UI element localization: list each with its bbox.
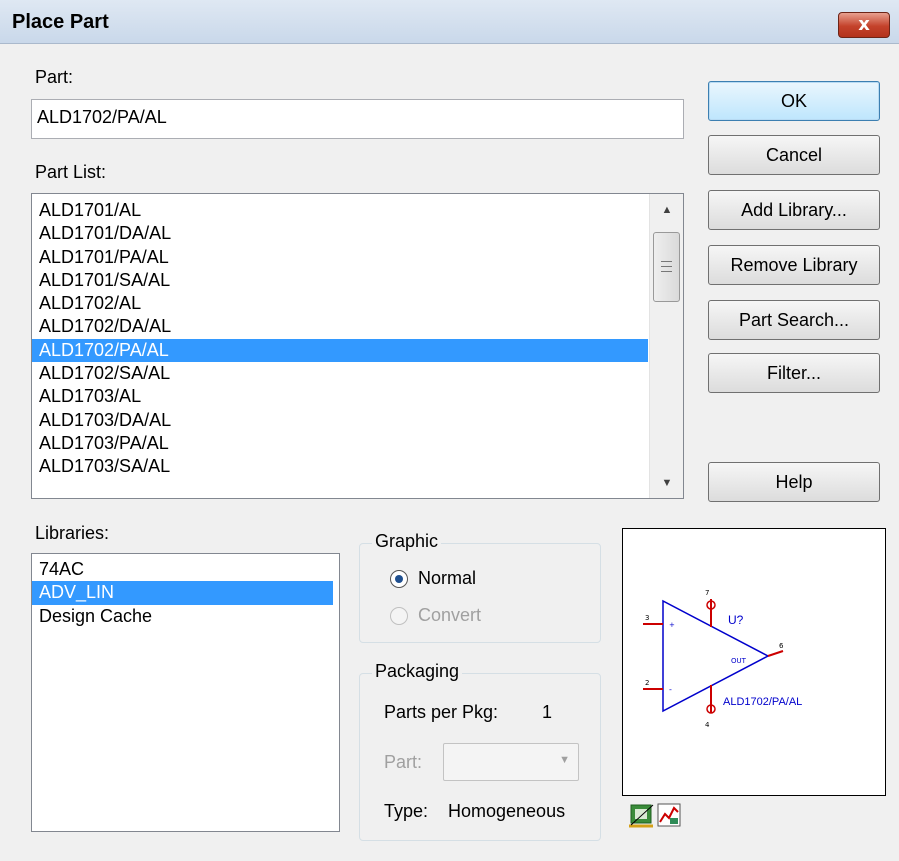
add-library-button[interactable]: Add Library... (708, 190, 880, 230)
part-list-item[interactable]: ALD1703/DA/AL (32, 409, 648, 432)
part-label: Part: (35, 67, 74, 87)
part-list-items: ALD1701/AL ALD1701/DA/AL ALD1701/PA/AL ALD1… (32, 199, 648, 479)
svg-text:+: + (669, 621, 675, 629)
graphic-group-title: Graphic (372, 531, 442, 552)
title-bar[interactable]: Place Part x (0, 0, 899, 44)
zoom-to-fit-icon[interactable] (629, 802, 655, 828)
close-button[interactable]: x (838, 12, 890, 38)
library-list-item[interactable]: Design Cache (32, 605, 333, 628)
dialog-title: Place Part (12, 11, 109, 33)
part-list-item[interactable]: ALD1702/SA/AL (32, 362, 648, 385)
svg-text:-: - (669, 685, 672, 694)
parts-per-pkg-value: 1 (542, 702, 553, 722)
remove-library-button[interactable]: Remove Library (708, 245, 880, 285)
print-preview-icon[interactable] (656, 802, 682, 828)
filter-button[interactable]: Filter... (708, 353, 880, 393)
part-list-label: Part List: (35, 162, 107, 182)
opamp-body (662, 599, 770, 713)
part-input-value: ALD1702/PA/AL (37, 107, 167, 127)
graphic-group (359, 543, 601, 643)
part-list-item[interactable]: ALD1701/DA/AL (32, 222, 648, 245)
pin-out (767, 650, 784, 657)
close-icon: x (858, 14, 870, 35)
scroll-thumb[interactable] (653, 232, 680, 302)
place-part-dialog: Place Part x Part: ALD1702/PA/AL Part Li… (0, 0, 899, 861)
part-list-item[interactable]: ALD1701/SA/AL (32, 269, 648, 292)
convert-radio[interactable] (390, 607, 408, 625)
convert-radio-label[interactable]: Convert (418, 605, 481, 626)
scroll-up-arrow-icon[interactable]: ▲ (650, 204, 683, 216)
part-preview: 3 2 6 7 4 + - OUT U? ALD1702/PA/AL (622, 528, 886, 796)
ok-button[interactable]: OK (708, 81, 880, 121)
part-list-item[interactable]: ALD1702/DA/AL (32, 315, 648, 338)
part-input[interactable]: ALD1702/PA/AL (31, 99, 684, 139)
normal-radio[interactable] (390, 570, 408, 588)
pin-number-vminus: 4 (705, 721, 710, 729)
libraries-list-items: 74AC ADV_LIN Design Cache (32, 558, 333, 628)
part-list-item[interactable]: ALD1702/AL (32, 292, 648, 315)
part-list-item[interactable]: ALD1701/PA/AL (32, 246, 648, 269)
part-list-scrollbar[interactable]: ▲ ▼ (649, 194, 683, 498)
part-list-item[interactable]: ALD1702/PA/AL (32, 338, 648, 363)
part-list-item[interactable]: ALD1701/AL (32, 199, 648, 222)
refdes-label: U? (728, 613, 744, 627)
type-label: Type: (384, 801, 429, 821)
cancel-button[interactable]: Cancel (708, 135, 880, 175)
libraries-label: Libraries: (35, 523, 110, 543)
opamp-symbol: 3 2 6 7 4 + - OUT U? ALD1702/PA/AL (643, 589, 802, 729)
library-list-item[interactable]: 74AC (32, 558, 333, 581)
libraries-list[interactable]: 74AC ADV_LIN Design Cache (31, 553, 340, 832)
pkg-part-combo[interactable]: ▼ (443, 743, 579, 781)
chevron-down-icon[interactable]: ▼ (559, 754, 570, 766)
packaging-group-title: Packaging (372, 661, 463, 682)
pin-number-vplus: 7 (705, 589, 709, 597)
pkg-part-label: Part: (384, 752, 423, 772)
part-list-item[interactable]: ALD1703/SA/AL (32, 455, 648, 478)
pin-number-in-minus: 2 (645, 679, 649, 687)
part-search-button[interactable]: Part Search... (708, 300, 880, 340)
part-list-item[interactable]: ALD1703/AL (32, 385, 648, 408)
part-list[interactable]: ALD1701/AL ALD1701/DA/AL ALD1701/PA/AL ALD1… (31, 193, 684, 499)
library-list-item[interactable]: ADV_LIN (32, 581, 333, 605)
part-list-item[interactable]: ALD1703/PA/AL (32, 432, 648, 455)
pin-number-in-plus: 3 (645, 614, 649, 622)
pin-number-out: 6 (779, 642, 784, 650)
scroll-down-arrow-icon[interactable]: ▼ (650, 477, 683, 489)
out-label: OUT (731, 657, 747, 665)
type-value: Homogeneous (448, 801, 566, 821)
help-button[interactable]: Help (708, 462, 880, 502)
parts-per-pkg-label: Parts per Pkg: (384, 702, 499, 722)
normal-radio-label[interactable]: Normal (418, 568, 476, 589)
preview-part-name: ALD1702/PA/AL (723, 696, 802, 708)
